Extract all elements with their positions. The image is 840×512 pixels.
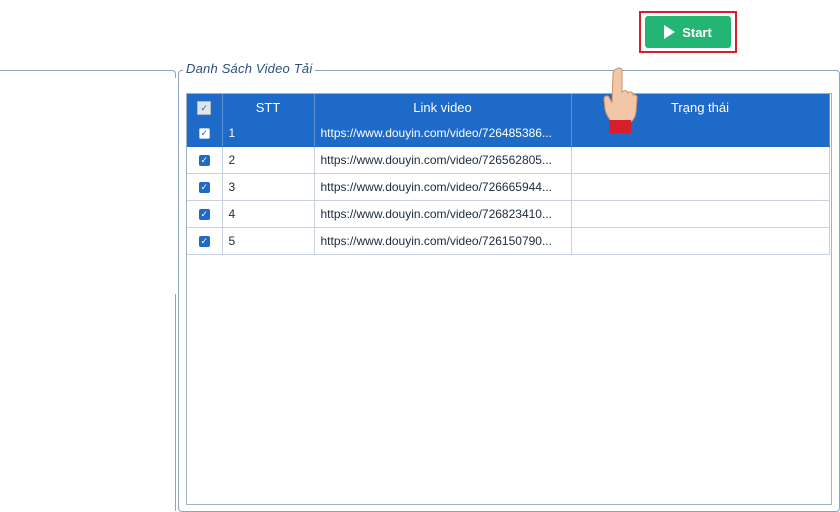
row-link: https://www.douyin.com/video/726150790..…: [314, 227, 572, 255]
row-status: [571, 200, 830, 228]
row-stt: 3: [222, 173, 315, 201]
row-status: [571, 227, 830, 255]
row-checkbox[interactable]: ✓: [187, 200, 223, 228]
start-button[interactable]: Start: [645, 16, 731, 48]
start-button-label: Start: [682, 24, 712, 40]
pointing-hand-icon: [603, 67, 638, 133]
row-stt: 4: [222, 200, 315, 228]
checkbox-checked-icon[interactable]: ✓: [198, 182, 210, 194]
row-stt: 5: [222, 227, 315, 255]
table-row[interactable]: ✓ 2 https://www.douyin.com/video/7265628…: [187, 146, 830, 174]
row-checkbox[interactable]: ✓: [187, 227, 223, 255]
column-header-stt[interactable]: STT: [222, 94, 315, 120]
row-status: [571, 173, 830, 201]
row-link: https://www.douyin.com/video/726562805..…: [314, 146, 572, 174]
left-panel-group: [0, 70, 176, 511]
grid-header-row: ✓ STT Link video Trạng thái: [187, 94, 830, 120]
row-link: https://www.douyin.com/video/726665944..…: [314, 173, 572, 201]
checkbox-header-icon[interactable]: ✓: [197, 100, 212, 115]
row-stt: 1: [222, 120, 315, 147]
checkbox-checked-icon[interactable]: ✓: [198, 155, 210, 167]
table-row[interactable]: ✓ 4 https://www.douyin.com/video/7268234…: [187, 200, 830, 228]
table-row[interactable]: ✓ 1 https://www.douyin.com/video/7264853…: [187, 120, 830, 147]
table-row[interactable]: ✓ 3 https://www.douyin.com/video/7266659…: [187, 173, 830, 201]
row-status: [571, 146, 830, 174]
checkbox-checked-icon[interactable]: ✓: [198, 209, 210, 221]
table-row[interactable]: ✓ 5 https://www.douyin.com/video/7261507…: [187, 227, 830, 255]
row-checkbox[interactable]: ✓: [187, 120, 223, 147]
row-link: https://www.douyin.com/video/726823410..…: [314, 200, 572, 228]
play-icon: [664, 25, 676, 39]
row-checkbox[interactable]: ✓: [187, 173, 223, 201]
row-checkbox[interactable]: ✓: [187, 146, 223, 174]
row-stt: 2: [222, 146, 315, 174]
select-all-checkbox[interactable]: ✓: [187, 94, 223, 120]
checkbox-checked-icon[interactable]: ✓: [198, 236, 210, 248]
row-link: https://www.douyin.com/video/726485386..…: [314, 120, 572, 147]
group-legend: Danh Sách Video Tải: [183, 61, 316, 76]
column-header-link[interactable]: Link video: [314, 94, 572, 120]
video-grid: ✓ STT Link video Trạng thái ✓ 1 https://…: [187, 94, 830, 255]
checkbox-checked-icon[interactable]: ✓: [198, 128, 210, 140]
